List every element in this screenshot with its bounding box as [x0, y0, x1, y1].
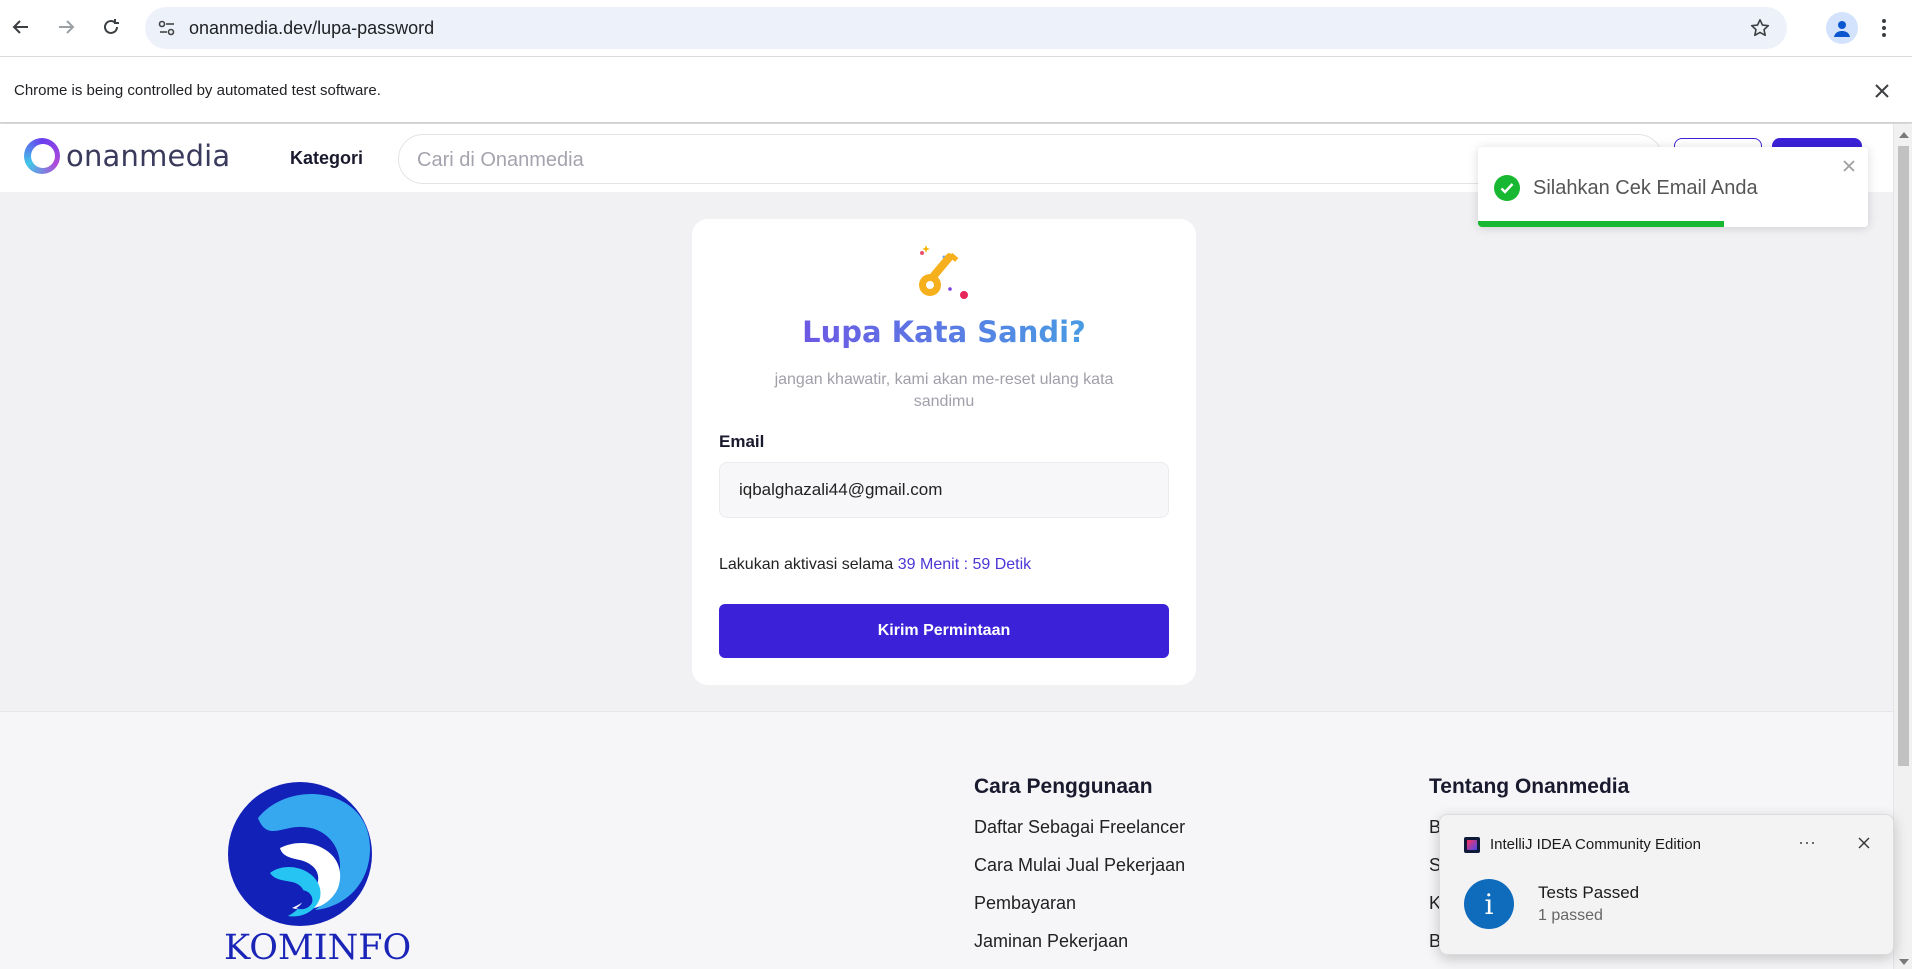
chrome-menu-icon[interactable]: [1872, 12, 1896, 44]
kategori-menu[interactable]: Kategori: [290, 148, 363, 169]
automation-infobar: Chrome is being controlled by automated …: [0, 57, 1912, 123]
footer-link[interactable]: Cara Mulai Jual Pekerjaan: [974, 855, 1185, 876]
key-icon: [919, 245, 968, 299]
forgot-password-card: Lupa Kata Sandi? jangan khawatir, kami a…: [692, 219, 1196, 685]
check-circle-icon: [1494, 175, 1520, 201]
logo-ring-icon: [24, 138, 60, 174]
search-input[interactable]: [415, 145, 1515, 175]
page-title: Lupa Kata Sandi?: [692, 315, 1196, 349]
close-icon[interactable]: [1840, 157, 1858, 175]
kominfo-text: KOMINFO: [224, 928, 412, 968]
card-subtitle: jangan khawatir, kami akan me-reset ulan…: [774, 371, 1114, 410]
address-bar[interactable]: onanmedia.dev/lupa-password: [145, 7, 1787, 49]
bookmark-star-icon[interactable]: [1747, 15, 1773, 41]
footer-link[interactable]: Jaminan Pekerjaan: [974, 931, 1128, 952]
toast-progress-bar: [1478, 221, 1724, 227]
close-icon[interactable]: [1870, 79, 1894, 103]
onanmedia-logo[interactable]: onanmedia: [24, 138, 230, 174]
footer-link[interactable]: Daftar Sebagai Freelancer: [974, 817, 1185, 838]
email-field[interactable]: [719, 462, 1169, 518]
logo-text: onanmedia: [66, 139, 231, 173]
back-icon[interactable]: [6, 12, 36, 42]
intellij-app-icon: [1464, 837, 1480, 853]
kirim-permintaan-button[interactable]: Kirim Permintaan: [719, 604, 1169, 658]
url-text[interactable]: onanmedia.dev/lupa-password: [189, 18, 434, 39]
scroll-thumb[interactable]: [1898, 146, 1909, 766]
footer-col-title: Tentang Onanmedia: [1429, 775, 1630, 798]
email-label: Email: [719, 432, 765, 451]
site-info-icon[interactable]: [155, 16, 179, 40]
profile-avatar-icon[interactable]: [1826, 12, 1858, 44]
footer-link[interactable]: Pembayaran: [974, 893, 1076, 914]
info-icon: i: [1464, 879, 1514, 929]
scroll-down-arrow-icon[interactable]: [1899, 959, 1909, 965]
site-search[interactable]: [398, 134, 1663, 184]
os-notification[interactable]: IntelliJ IDEA Community Edition ··· i Te…: [1439, 814, 1894, 955]
success-toast: Silahkan Cek Email Anda: [1478, 147, 1868, 227]
infobar-text: Chrome is being controlled by automated …: [14, 82, 381, 99]
activation-text: Lakukan aktivasi selama 39 Menit : 59 De…: [719, 556, 1031, 574]
notification-app-name: IntelliJ IDEA Community Edition: [1490, 836, 1701, 853]
page-scrollbar[interactable]: [1893, 124, 1912, 969]
reload-icon[interactable]: [96, 12, 126, 42]
browser-toolbar: onanmedia.dev/lupa-password: [0, 0, 1912, 57]
forward-icon[interactable]: [51, 12, 81, 42]
scroll-up-arrow-icon[interactable]: [1899, 132, 1909, 138]
more-options-icon[interactable]: ···: [1792, 829, 1822, 855]
countdown-timer: 39 Menit : 59 Detik: [897, 556, 1032, 573]
notification-body: 1 passed: [1538, 907, 1603, 924]
footer-col-title: Cara Penggunaan: [974, 775, 1153, 798]
close-icon[interactable]: [1852, 831, 1876, 855]
activation-prefix: Lakukan aktivasi selama: [719, 556, 894, 573]
notification-title: Tests Passed: [1538, 883, 1640, 902]
toast-message: Silahkan Cek Email Anda: [1533, 177, 1758, 199]
